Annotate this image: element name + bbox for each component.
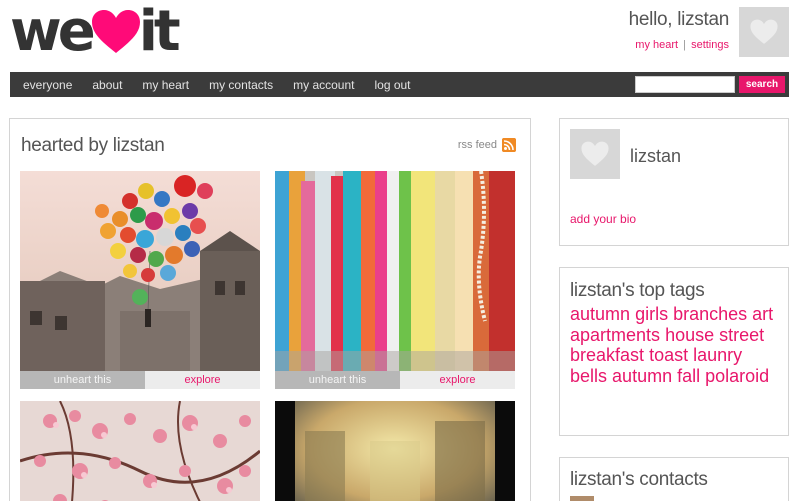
hearted-panel: hearted by lizstan rss feed unheart this… bbox=[9, 118, 531, 501]
image-card[interactable]: unheart this explore bbox=[275, 171, 515, 389]
user-greeting: hello, lizstan my heart | settings bbox=[628, 9, 730, 51]
tags-title: lizstan's top tags bbox=[570, 280, 705, 301]
tag-link[interactable]: launry bbox=[693, 345, 742, 365]
logo-text-we: we bbox=[10, 0, 96, 64]
logo-text-it: it bbox=[138, 0, 181, 64]
tag-link[interactable]: autumn bbox=[570, 304, 630, 324]
nav-everyone[interactable]: everyone bbox=[10, 78, 82, 92]
tag-list: autumn girls branches art apartments hou… bbox=[570, 304, 780, 386]
profile-username: lizstan bbox=[630, 146, 682, 166]
unheart-button[interactable]: unheart this bbox=[275, 371, 400, 389]
panel-title: hearted by lizstan bbox=[21, 135, 165, 156]
tag-link[interactable]: branches bbox=[673, 304, 747, 324]
image-card[interactable] bbox=[275, 401, 515, 501]
contact-avatar[interactable] bbox=[570, 496, 594, 501]
balloons-photo[interactable] bbox=[20, 171, 260, 371]
site-logo[interactable]: we it bbox=[10, 0, 181, 64]
tag-link[interactable]: bells bbox=[570, 366, 607, 386]
header-avatar[interactable] bbox=[739, 7, 789, 57]
card-actions: unheart this explore bbox=[20, 371, 260, 389]
tag-link[interactable]: toast bbox=[649, 345, 688, 365]
avatar-heart-icon bbox=[750, 19, 778, 44]
tag-link[interactable]: breakfast bbox=[570, 345, 644, 365]
rss-label: rss feed bbox=[457, 139, 497, 151]
card-actions: unheart this explore bbox=[275, 371, 515, 389]
contacts-box: lizstan's contacts bbox=[559, 457, 789, 501]
nav-log-out[interactable]: log out bbox=[364, 78, 420, 92]
add-bio-link[interactable]: add your bio bbox=[570, 212, 636, 226]
tag-link[interactable]: art bbox=[752, 304, 773, 324]
header-links: my heart | settings bbox=[629, 39, 729, 51]
search-button[interactable]: search bbox=[739, 76, 785, 93]
blossoms-photo[interactable] bbox=[20, 401, 260, 501]
search-form: search bbox=[635, 76, 785, 93]
tag-link[interactable]: autumn fall bbox=[612, 366, 700, 386]
rss-feed-link[interactable]: rss feed bbox=[458, 138, 516, 152]
image-card[interactable] bbox=[20, 401, 260, 501]
clothes-photo[interactable] bbox=[275, 171, 515, 371]
main-nav: everyone about my heart my contacts my a… bbox=[10, 72, 789, 97]
rss-icon bbox=[502, 138, 516, 152]
nav-about[interactable]: about bbox=[82, 78, 132, 92]
nav-my-account[interactable]: my account bbox=[283, 78, 364, 92]
image-card[interactable]: unheart this explore bbox=[20, 171, 260, 389]
link-separator: | bbox=[683, 39, 687, 51]
settings-link[interactable]: settings bbox=[691, 39, 729, 51]
unheart-button[interactable]: unheart this bbox=[20, 371, 145, 389]
tag-link[interactable]: apartments bbox=[570, 325, 660, 345]
tag-link[interactable]: street bbox=[719, 325, 764, 345]
greeting-title: hello, lizstan bbox=[628, 9, 730, 30]
tag-link[interactable]: house bbox=[665, 325, 714, 345]
nav-my-heart[interactable]: my heart bbox=[132, 78, 199, 92]
street-photo[interactable] bbox=[275, 401, 515, 501]
tag-link[interactable]: polaroid bbox=[705, 366, 769, 386]
nav-my-contacts[interactable]: my contacts bbox=[199, 78, 283, 92]
contacts-title: lizstan's contacts bbox=[570, 469, 708, 490]
tag-link[interactable]: girls bbox=[635, 304, 668, 324]
profile-box: lizstan add your bio bbox=[559, 118, 789, 246]
explore-link[interactable]: explore bbox=[145, 371, 260, 389]
search-input[interactable] bbox=[635, 76, 735, 93]
my-heart-link[interactable]: my heart bbox=[635, 39, 678, 51]
explore-link[interactable]: explore bbox=[400, 371, 515, 389]
avatar-heart-icon bbox=[581, 141, 609, 166]
top-tags-box: lizstan's top tags autumn girls branches… bbox=[559, 267, 789, 436]
profile-avatar[interactable] bbox=[570, 129, 620, 179]
logo-heart-icon bbox=[91, 10, 140, 53]
